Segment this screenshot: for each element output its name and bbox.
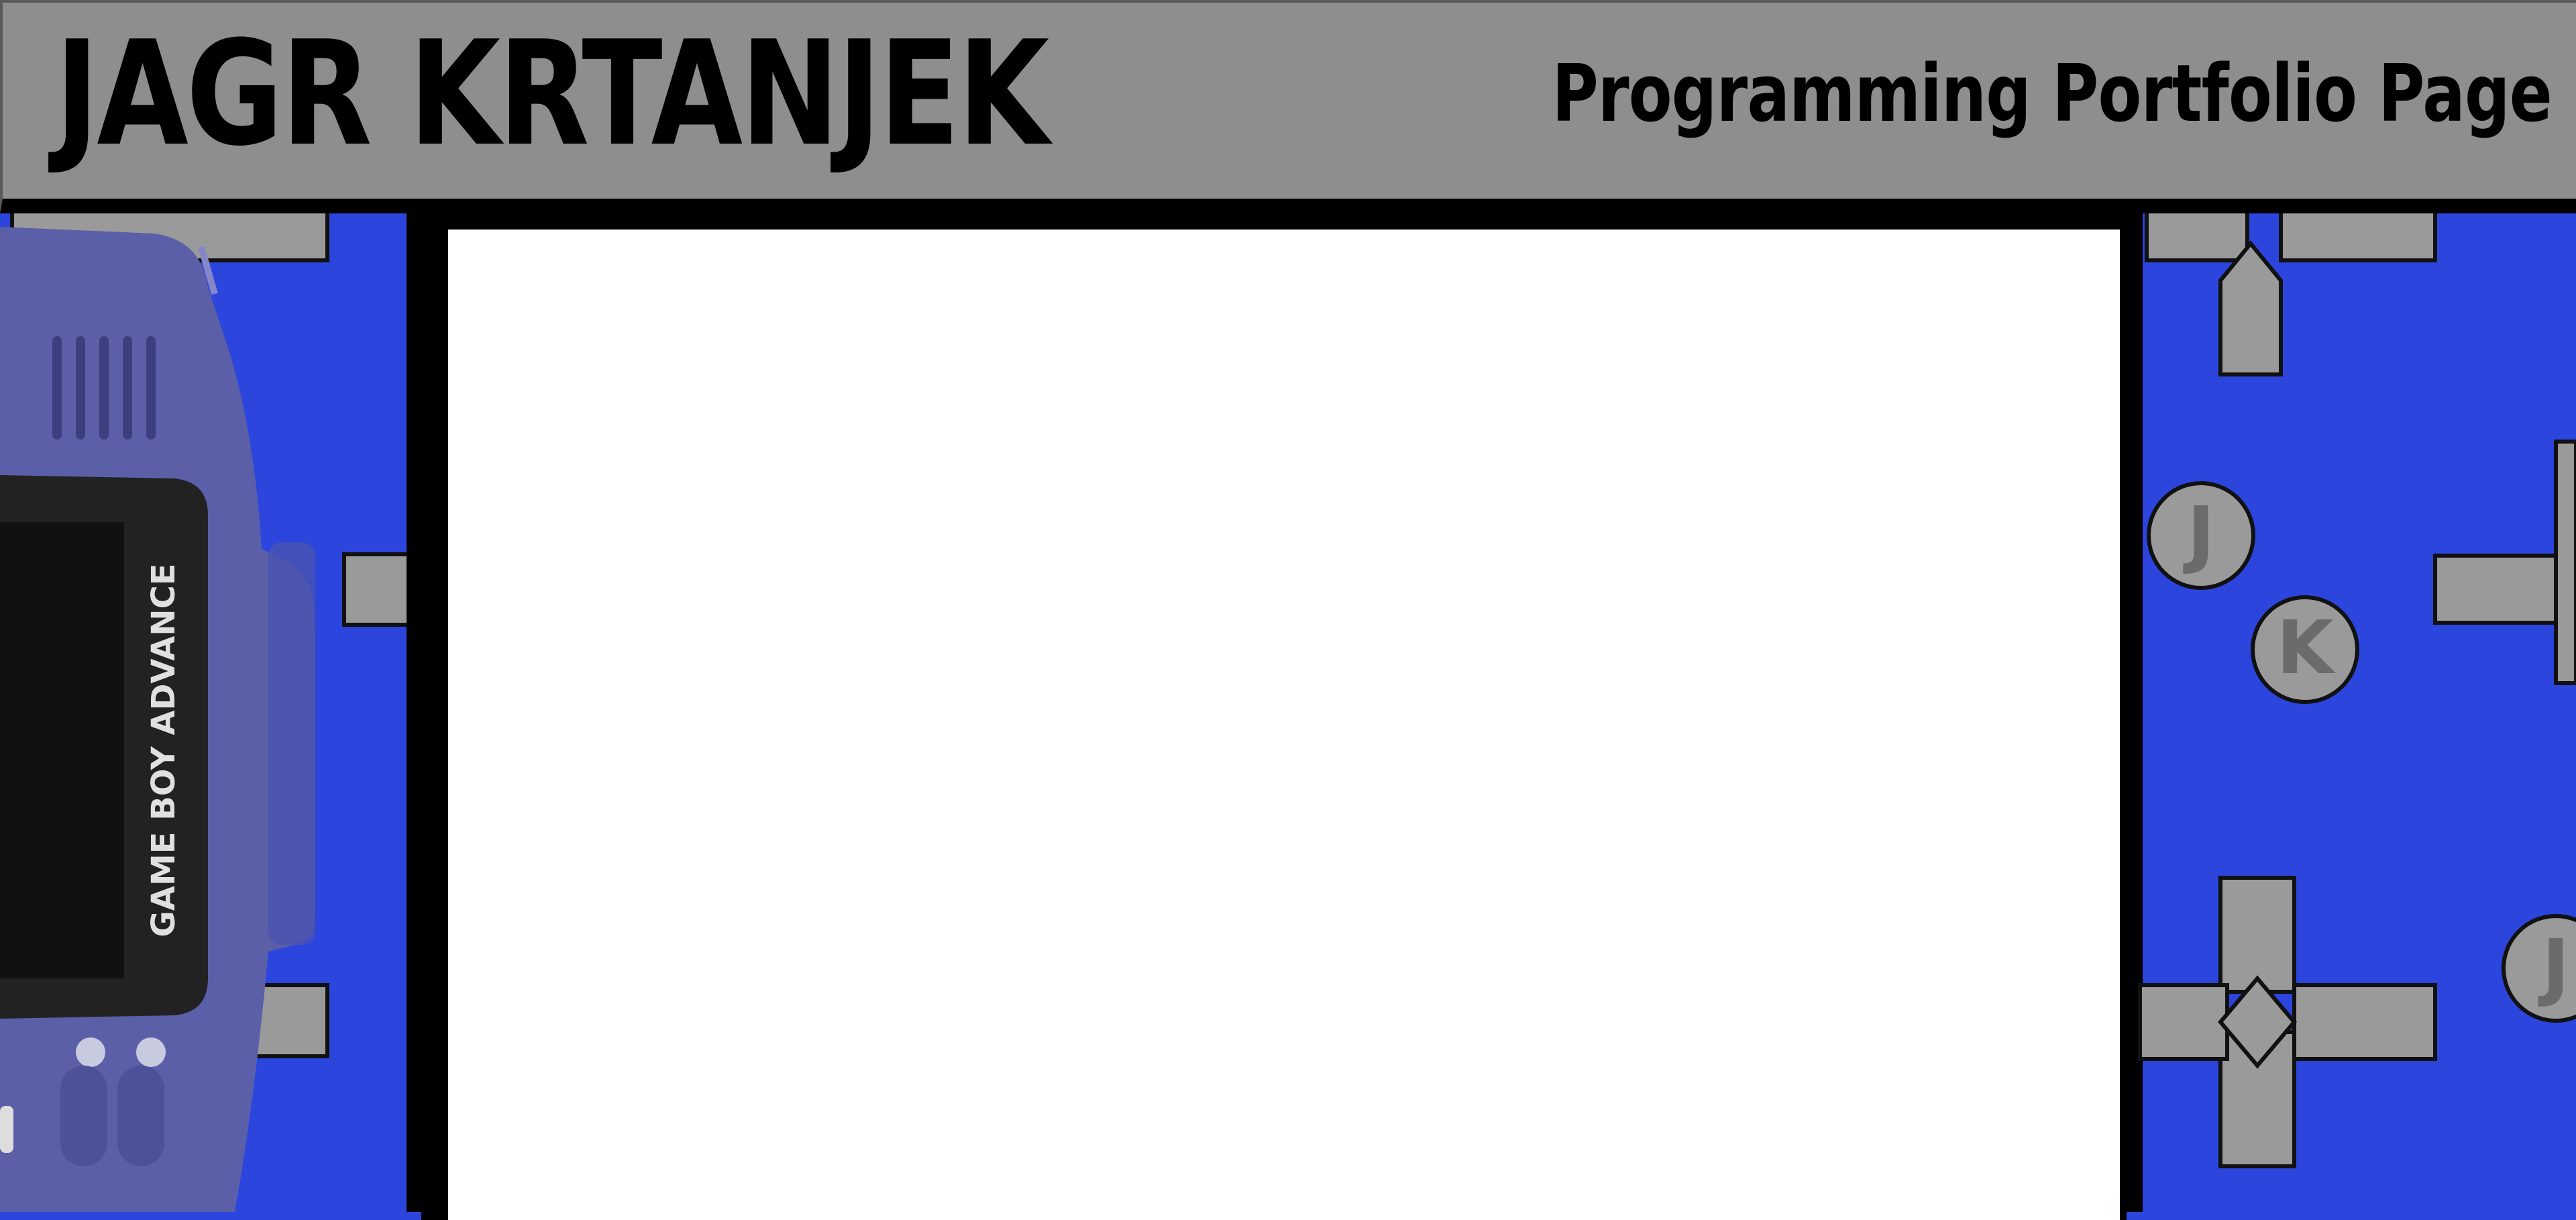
dpad-icon — [2433, 440, 2576, 685]
gameboy-advance-image: GAME BOY ADVANCE — [0, 227, 315, 1212]
button-j[interactable]: J — [2183, 491, 2215, 576]
dpad-icon — [2145, 213, 2437, 376]
left-decoration-panel: GAME BOY ADVANCE — [0, 213, 421, 1212]
page-subtitle: Programming Portfolio Page — [1552, 47, 2553, 140]
main-screen-frame — [421, 213, 2127, 1220]
button-k[interactable]: K — [2276, 605, 2336, 691]
main-content-area[interactable] — [448, 230, 2120, 1220]
right-decoration-panel: J K J — [2127, 213, 2576, 1212]
header-bar: JAGR KRTANJEK Programming Portfolio Page — [0, 0, 2576, 213]
svg-text:GAME BOY ADVANCE: GAME BOY ADVANCE — [145, 563, 182, 937]
site-name: JAGR KRTANJEK — [55, 9, 1049, 178]
dpad-icon — [2138, 876, 2437, 1168]
button-j-secondary[interactable]: J — [2538, 923, 2570, 1009]
